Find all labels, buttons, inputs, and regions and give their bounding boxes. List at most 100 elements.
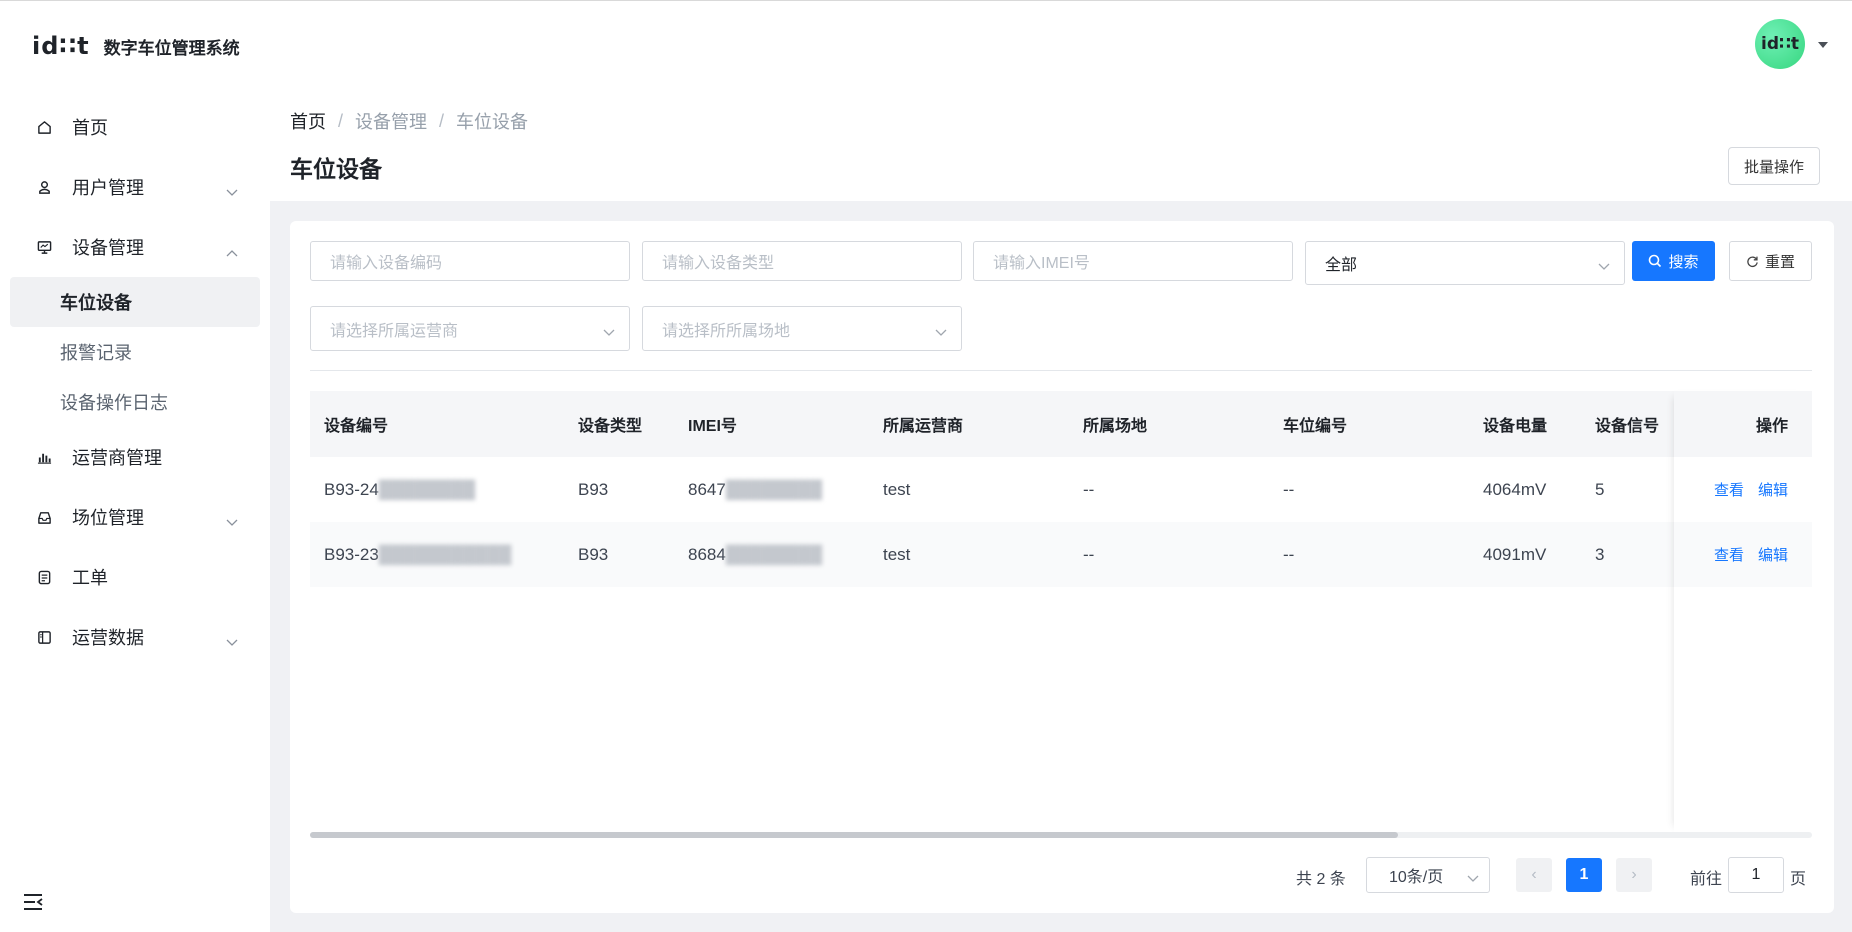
sidebar-item-sites[interactable]: 场位管理 — [0, 487, 270, 547]
reset-button[interactable]: 重置 — [1729, 241, 1812, 281]
status-select[interactable]: 全部 — [1305, 241, 1625, 285]
sidebar-item-label: 设备管理 — [72, 238, 144, 258]
site-select[interactable]: 请选择所所属场地 — [642, 306, 962, 351]
sidebar-subitem-parking-devices[interactable]: 车位设备 — [10, 277, 260, 327]
table-row: B93-23███████████ B93 8684████████ test … — [310, 522, 1812, 587]
column-header-site: 所属场地 — [1083, 418, 1148, 435]
top-border — [0, 0, 1852, 1]
filter-divider — [310, 370, 1812, 371]
battery-cell: 4091mV — [1483, 544, 1547, 564]
sidebar-item-operation-data[interactable]: 运营数据 — [0, 607, 270, 667]
reset-button-label: 重置 — [1764, 253, 1795, 271]
operator-select-placeholder: 请选择所属运营商 — [330, 322, 459, 340]
sidebar: id∷t 数字车位管理系统 首页 用户管理 设备管理 车位设备 报警记录 设备操… — [0, 1, 270, 932]
column-header-operator: 所属运营商 — [883, 418, 964, 435]
chevron-down-icon — [226, 631, 238, 652]
sidebar-item-label: 场位管理 — [72, 508, 144, 528]
sidebar-item-label: 首页 — [72, 118, 108, 138]
goto-page-input[interactable]: 1 — [1728, 857, 1784, 893]
sidebar-item-devices[interactable]: 设备管理 — [0, 217, 270, 277]
app-name: 数字车位管理系统 — [103, 38, 240, 58]
chevron-down-icon — [226, 511, 238, 532]
chevron-down-icon — [1467, 870, 1479, 888]
device-type-input[interactable]: 请输入设备类型 — [642, 241, 962, 281]
signal-cell: 5 — [1595, 479, 1605, 499]
inbox-icon — [36, 509, 52, 525]
signal-cell: 3 — [1595, 544, 1605, 564]
batch-operation-button[interactable]: 批量操作 — [1728, 147, 1820, 185]
panel-icon — [36, 629, 52, 645]
column-header-actions: 操作 — [1674, 391, 1812, 457]
avatar[interactable]: id∷t — [1755, 19, 1805, 69]
sidebar-subitem-alarm-records[interactable]: 报警记录 — [10, 327, 260, 377]
operator-select[interactable]: 请选择所属运营商 — [310, 306, 630, 351]
column-header-slot: 车位编号 — [1283, 418, 1348, 435]
column-header-device-code: 设备编号 — [324, 418, 389, 435]
goto-unit: 页 — [1790, 871, 1807, 888]
battery-cell: 4064mV — [1483, 479, 1547, 499]
view-link[interactable]: 查看 — [1714, 544, 1744, 565]
device-type-cell: B93 — [578, 479, 609, 499]
imei-input[interactable]: 请输入IMEI号 — [973, 241, 1293, 281]
view-link[interactable]: 查看 — [1714, 479, 1744, 500]
operator-cell: test — [883, 479, 911, 499]
edit-link[interactable]: 编辑 — [1758, 544, 1788, 565]
slot-cell: -- — [1283, 479, 1295, 499]
chevron-up-icon — [226, 241, 238, 262]
scrollbar-thumb[interactable] — [310, 832, 1398, 838]
chevron-down-icon — [226, 181, 238, 202]
site-cell: -- — [1083, 479, 1095, 499]
sidebar-item-label: 运营商管理 — [72, 448, 162, 468]
operator-cell: test — [883, 544, 911, 564]
breadcrumb-device-management[interactable]: 设备管理 — [355, 108, 427, 134]
sidebar-item-home[interactable]: 首页 — [0, 97, 270, 157]
edit-link[interactable]: 编辑 — [1758, 479, 1788, 500]
user-menu-caret-icon[interactable] — [1818, 42, 1828, 48]
site-select-placeholder: 请选择所所属场地 — [662, 322, 791, 340]
collapse-sidebar-icon[interactable] — [22, 892, 44, 912]
imei-cell: 8684████████ — [688, 544, 823, 564]
row-actions: 查看 编辑 — [1674, 522, 1812, 587]
page-size-select[interactable]: 10条/页 — [1366, 857, 1490, 893]
imei-cell: 8647████████ — [688, 479, 823, 499]
slot-cell: -- — [1283, 544, 1295, 564]
search-icon — [1648, 254, 1662, 268]
next-page-button[interactable]: › — [1616, 858, 1652, 892]
sidebar-subitem-device-logs[interactable]: 设备操作日志 — [10, 377, 260, 427]
sidebar-item-users[interactable]: 用户管理 — [0, 157, 270, 217]
sidebar-menu: 首页 用户管理 设备管理 车位设备 报警记录 设备操作日志 运营商管理 场位管理… — [0, 97, 270, 667]
page-size-value: 10条/页 — [1389, 869, 1444, 886]
page-title: 车位设备 — [290, 156, 382, 182]
search-button[interactable]: 搜索 — [1632, 241, 1715, 281]
table-header: 设备编号 设备类型 IMEI号 所属运营商 所属场地 车位编号 设备电量 设备信… — [310, 391, 1812, 457]
sidebar-item-label: 用户管理 — [72, 178, 144, 198]
home-icon — [36, 119, 52, 135]
prev-page-button[interactable]: ‹ — [1516, 858, 1552, 892]
search-button-label: 搜索 — [1668, 253, 1699, 271]
refresh-icon — [1746, 255, 1759, 268]
breadcrumb-separator: / — [338, 110, 344, 131]
bar-chart-icon — [36, 449, 52, 465]
chevron-down-icon — [1598, 258, 1610, 276]
horizontal-scrollbar[interactable] — [310, 832, 1812, 838]
breadcrumb-current: 车位设备 — [456, 112, 529, 132]
site-cell: -- — [1083, 544, 1095, 564]
page-number-button[interactable]: 1 — [1566, 858, 1602, 892]
total-count: 共 2 条 — [1296, 871, 1346, 888]
device-table: 设备编号 设备类型 IMEI号 所属运营商 所属场地 车位编号 设备电量 设备信… — [310, 391, 1812, 587]
brand: id∷t 数字车位管理系统 — [32, 31, 240, 61]
fixed-actions-column: 操作 查看 编辑 查看 编辑 — [1674, 391, 1812, 832]
sidebar-item-workorders[interactable]: 工单 — [0, 547, 270, 607]
monitor-icon — [36, 239, 52, 255]
row-actions: 查看 编辑 — [1674, 457, 1812, 522]
column-header-imei: IMEI号 — [688, 418, 737, 435]
sidebar-item-operators[interactable]: 运营商管理 — [0, 427, 270, 487]
device-code-cell: B93-24████████ — [324, 479, 476, 499]
column-header-battery: 设备电量 — [1483, 418, 1548, 435]
breadcrumb-home[interactable]: 首页 — [290, 108, 326, 134]
status-select-value: 全部 — [1325, 257, 1358, 274]
logo: id∷t — [32, 32, 90, 60]
column-header-device-type: 设备类型 — [578, 418, 643, 435]
device-type-cell: B93 — [578, 544, 609, 564]
device-code-input[interactable]: 请输入设备编码 — [310, 241, 630, 281]
